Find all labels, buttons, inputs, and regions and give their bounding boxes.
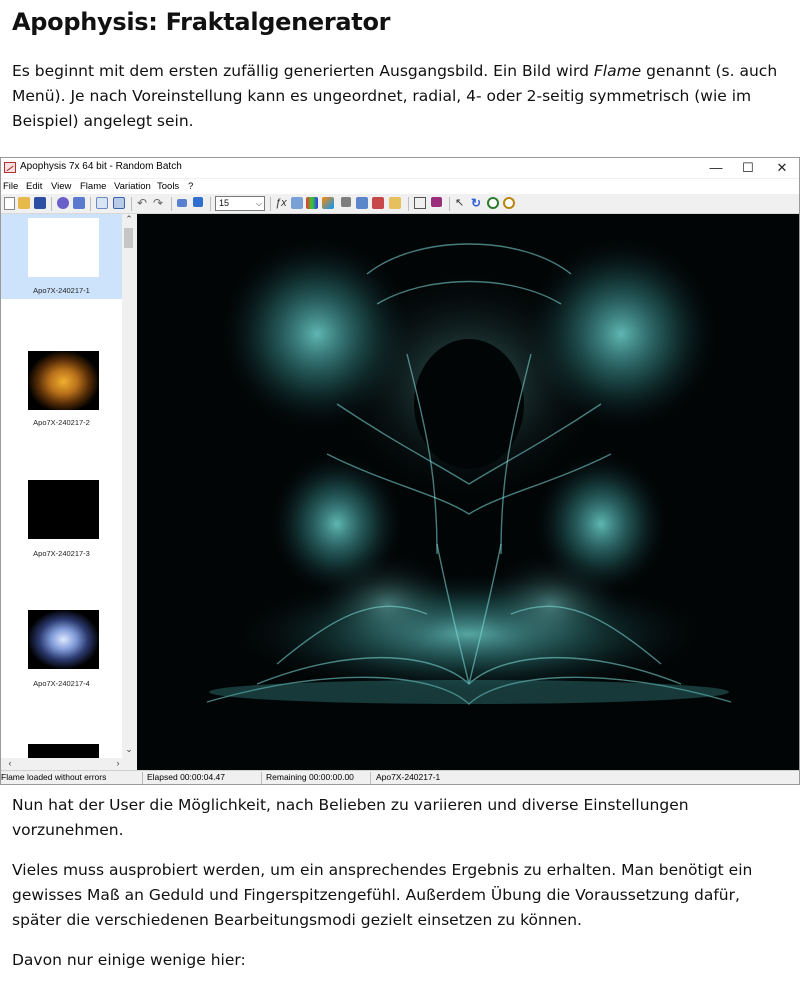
random-batch-icon[interactable]: [73, 197, 85, 209]
horizontal-scrollbar[interactable]: ‹ ›: [1, 758, 136, 770]
quality-combo[interactable]: 15 ⌵: [215, 196, 265, 211]
status-message: Flame loaded without errors: [1, 772, 107, 782]
menu-tools[interactable]: Tools: [157, 181, 179, 192]
scroll-left-icon[interactable]: ‹: [3, 758, 17, 768]
list-view-icon[interactable]: [96, 197, 108, 209]
fullscreen-icon[interactable]: [177, 199, 187, 207]
window-title: Apophysis 7x 64 bit - Random Batch: [20, 161, 182, 172]
window-icon[interactable]: [193, 197, 203, 207]
menu-help[interactable]: ?: [188, 181, 193, 192]
film-icon[interactable]: [431, 197, 442, 207]
adjust-icon[interactable]: [306, 197, 318, 209]
undo-icon[interactable]: ↶: [137, 197, 149, 209]
thumbnail-item-4[interactable]: Apo7X-240217-4: [1, 606, 122, 696]
transparent-icon[interactable]: [414, 197, 426, 209]
thumbnail-image: [28, 480, 99, 539]
menu-edit[interactable]: Edit: [26, 181, 42, 192]
render-icon[interactable]: [57, 197, 69, 209]
apophysis-window: Apophysis 7x 64 bit - Random Batch — ☐ ✕…: [0, 157, 800, 785]
flame-preview[interactable]: [137, 214, 799, 770]
thumbnail-image: [28, 218, 99, 277]
menu-file[interactable]: File: [3, 181, 18, 192]
thumbnail-item-3[interactable]: Apo7X-240217-3: [1, 476, 122, 566]
thumbnail-item-2[interactable]: Apo7X-240217-2: [1, 344, 122, 434]
scroll-right-icon[interactable]: ›: [111, 758, 125, 768]
thumbnail-label: Apo7X-240217-3: [33, 549, 90, 558]
status-remaining: Remaining 00:00:00.00: [266, 772, 354, 782]
toolbar: ↶ ↷ 15 ⌵ ƒx ↖ ↻: [1, 194, 799, 214]
maximize-button[interactable]: ☐: [733, 158, 763, 178]
zoom-out-icon[interactable]: [503, 197, 515, 209]
new-file-icon[interactable]: [4, 197, 15, 210]
intro-paragraph: Es beginnt mit dem ersten zufällig gener…: [12, 59, 790, 134]
status-flame-name: Apo7X-240217-1: [376, 772, 441, 782]
paragraph-3: Davon nur einige wenige hier:: [12, 951, 246, 969]
pointer-icon[interactable]: ↖: [455, 197, 467, 209]
chevron-down-icon: ⌵: [255, 199, 262, 208]
scroll-down-icon[interactable]: ⌄: [122, 744, 136, 755]
function-icon[interactable]: ƒx: [275, 197, 287, 209]
page-title: Apophysis: Fraktalgenerator: [12, 8, 391, 36]
script-icon[interactable]: [372, 197, 384, 209]
thumbnail-image: [28, 744, 99, 758]
menu-bar: File Edit View Flame Variation Tools ?: [1, 179, 799, 194]
mutate-icon[interactable]: [341, 197, 351, 207]
editor-icon[interactable]: [291, 197, 303, 209]
fractal-flame-image: [206, 239, 732, 705]
icon-view-icon[interactable]: [113, 197, 125, 209]
thumbnail-item-5[interactable]: [1, 737, 122, 758]
scrollbar-thumb[interactable]: [124, 228, 133, 248]
thumbnail-scrollbar[interactable]: ⌃ ⌄: [122, 214, 136, 758]
rotate-icon[interactable]: ↻: [471, 197, 483, 209]
thumbnail-item-1[interactable]: Apo7X-240217-1: [1, 214, 122, 299]
scroll-up-icon[interactable]: ⌃: [122, 214, 136, 225]
batch-icon[interactable]: [356, 197, 368, 209]
thumbnail-list[interactable]: Apo7X-240217-1 Apo7X-240217-2 Apo7X-2402…: [1, 214, 122, 758]
menu-variation[interactable]: Variation: [114, 181, 151, 192]
menu-view[interactable]: View: [51, 181, 71, 192]
status-elapsed: Elapsed 00:00:04.47: [147, 772, 225, 782]
paragraph-1: Nun hat der User die Möglichkeit, nach B…: [12, 796, 689, 839]
minimize-button[interactable]: —: [701, 158, 731, 178]
status-bar: Flame loaded without errors Elapsed 00:0…: [1, 770, 799, 784]
save-icon[interactable]: [34, 197, 46, 209]
thumbnail-image: [28, 351, 99, 410]
apophysis-app-icon: [4, 162, 16, 173]
options-icon[interactable]: [389, 197, 401, 209]
gradient-icon[interactable]: [322, 197, 334, 209]
menu-flame[interactable]: Flame: [80, 181, 106, 192]
open-folder-icon[interactable]: [18, 197, 30, 209]
intro-text-before: Es beginnt mit dem ersten zufällig gener…: [12, 62, 594, 80]
paragraph-2: Vieles muss ausprobiert werden, um ein a…: [12, 861, 753, 929]
redo-icon[interactable]: ↷: [153, 197, 165, 209]
quality-value: 15: [219, 198, 230, 208]
thumbnail-label: Apo7X-240217-4: [33, 679, 90, 688]
thumbnail-label: Apo7X-240217-1: [33, 286, 90, 295]
intro-emphasis: Flame: [593, 62, 642, 80]
close-button[interactable]: ✕: [767, 158, 797, 178]
thumbnail-label: Apo7X-240217-2: [33, 418, 90, 427]
window-titlebar[interactable]: Apophysis 7x 64 bit - Random Batch — ☐ ✕: [1, 158, 799, 178]
thumbnail-image: [28, 610, 99, 669]
zoom-in-icon[interactable]: [487, 197, 499, 209]
